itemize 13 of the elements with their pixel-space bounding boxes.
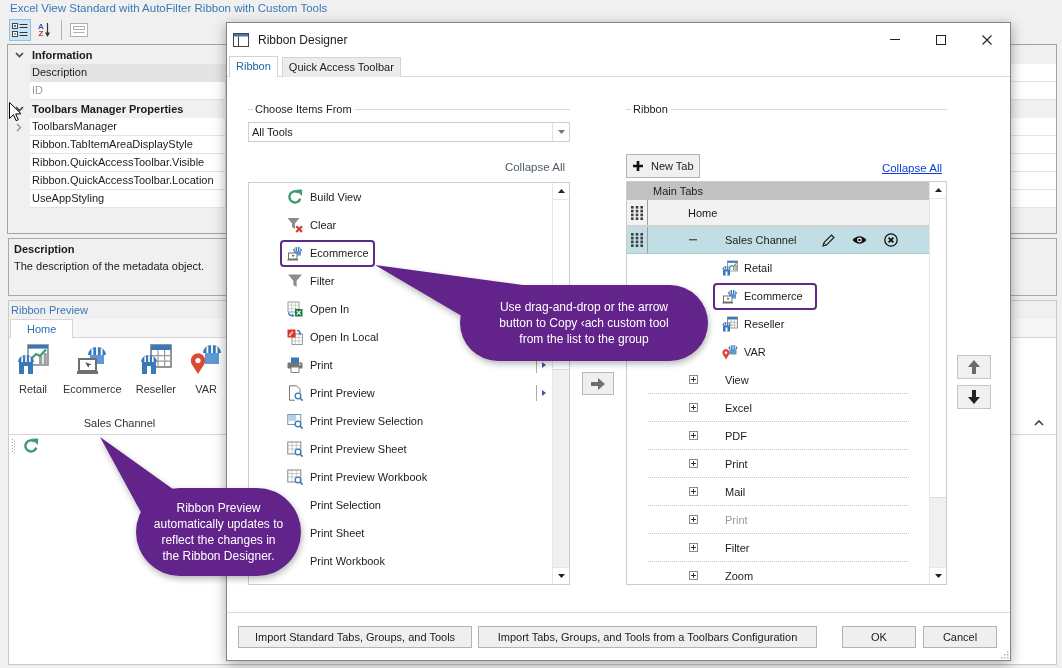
category-label: Toolbars Manager Properties	[31, 102, 184, 117]
tree-header: Main Tabs	[627, 182, 929, 200]
section-heading: Ribbon	[632, 102, 669, 116]
panel-title: Ribbon Preview	[11, 304, 89, 316]
category-label: Information	[31, 48, 93, 63]
callout-text: Use drag-and-drop or the arrow button to Copy ‹ach custom tool from the list to the group	[499, 299, 669, 347]
description-text: The description of the metadata object.	[14, 259, 205, 273]
window-title: Ribbon Designer	[258, 32, 348, 47]
callout-text: Ribbon Preview automatically updates to reflect the changes in the Ribbon Designer.	[153, 500, 284, 564]
description-title: Description	[14, 242, 75, 256]
section-heading: Choose Items From	[254, 102, 353, 116]
app-title: Excel View Standard with AutoFilter Ribbon with Custom Tools	[10, 2, 328, 14]
group-label: Sales Channel	[83, 416, 156, 430]
